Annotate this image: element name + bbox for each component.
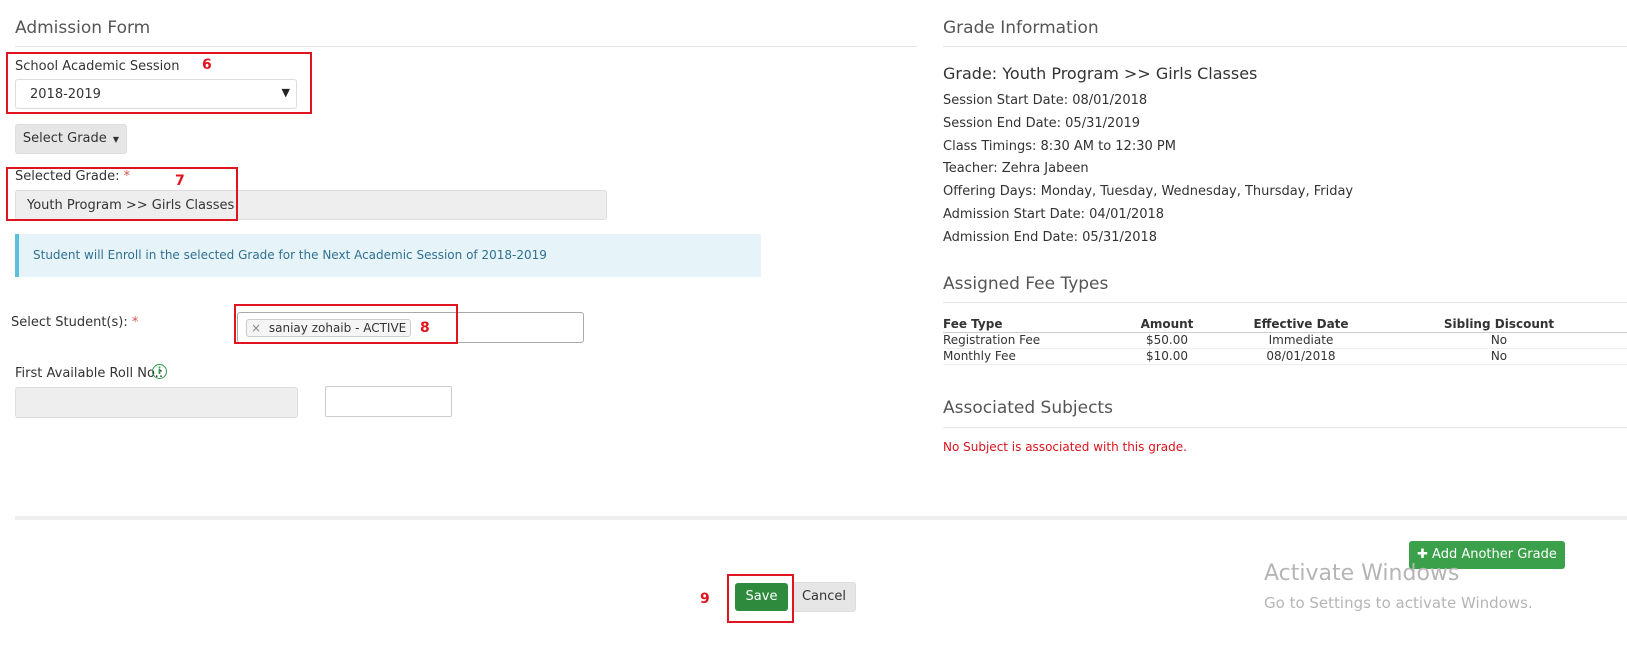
caret-down-icon: ▼ <box>112 135 120 144</box>
select-grade-label: Select Grade <box>22 131 107 146</box>
select-students-label: Select Student(s): * <box>11 315 139 330</box>
effective-date-cell: 08/01/2018 <box>1231 348 1371 365</box>
roll-label: First Available Roll No.: <box>15 366 164 381</box>
divider <box>943 302 1627 303</box>
annotation-9: 9 <box>700 591 710 607</box>
grade-heading: Grade: Youth Program >> Girls Classes <box>943 64 1258 83</box>
no-subjects-message: No Subject is associated with this grade… <box>943 440 1187 454</box>
amount-cell: $50.00 <box>1103 332 1231 349</box>
table-row: Monthly Fee $10.00 08/01/2018 No <box>943 348 1627 365</box>
fee-table: Fee Type Amount Effective Date Sibling D… <box>943 316 1627 365</box>
roll-number-field <box>15 387 298 418</box>
roll-number-input[interactable] <box>325 386 452 417</box>
table-row: Registration Fee $50.00 Immediate No <box>943 332 1627 349</box>
annotation-box-9 <box>727 574 794 623</box>
enroll-notice-text: Student will Enroll in the selected Grad… <box>33 248 547 262</box>
divider <box>943 46 1627 47</box>
required-mark: * <box>131 315 139 330</box>
assigned-fee-types-title: Assigned Fee Types <box>943 274 1109 294</box>
offering-days: Offering Days: Monday, Tuesday, Wednesda… <box>943 184 1354 199</box>
annotation-box-7 <box>6 167 238 221</box>
associated-subjects-title: Associated Subjects <box>943 398 1113 418</box>
fee-type-cell: Registration Fee <box>943 332 1103 349</box>
annotation-8: 8 <box>420 320 430 336</box>
effective-date-cell: Immediate <box>1231 332 1371 349</box>
select-grade-button[interactable]: Select Grade ▼ <box>15 124 127 154</box>
teacher: Teacher: Zehra Jabeen <box>943 161 1089 176</box>
admission-start-date: Admission Start Date: 04/01/2018 <box>943 207 1165 222</box>
fee-type-cell: Monthly Fee <box>943 348 1103 365</box>
col-sibling-discount: Sibling Discount <box>1371 316 1627 333</box>
amount-cell: $10.00 <box>1103 348 1231 365</box>
divider <box>943 427 1627 428</box>
activate-windows-title: Activate Windows <box>1264 561 1460 586</box>
sibling-discount-cell: No <box>1371 332 1627 349</box>
plus-icon: ✚ <box>1417 547 1429 562</box>
activate-windows-subtitle: Go to Settings to activate Windows. <box>1264 594 1533 612</box>
annotation-7: 7 <box>175 173 185 189</box>
footer-divider <box>15 516 1627 520</box>
grade-information-title: Grade Information <box>943 18 1099 38</box>
annotation-6: 6 <box>202 57 212 73</box>
info-icon[interactable]: i <box>152 364 167 379</box>
session-end-date: Session End Date: 05/31/2019 <box>943 116 1141 131</box>
class-timings: Class Timings: 8:30 AM to 12:30 PM <box>943 139 1176 154</box>
col-fee-type: Fee Type <box>943 316 1103 333</box>
annotation-box-6 <box>6 52 312 114</box>
admission-end-date: Admission End Date: 05/31/2018 <box>943 230 1158 245</box>
sibling-discount-cell: No <box>1371 348 1627 365</box>
cancel-button[interactable]: Cancel <box>792 582 856 612</box>
admission-form-title: Admission Form <box>15 18 151 38</box>
enroll-notice: Student will Enroll in the selected Grad… <box>15 234 761 277</box>
session-start-date: Session Start Date: 08/01/2018 <box>943 93 1148 108</box>
col-effective-date: Effective Date <box>1231 316 1371 333</box>
fee-table-header: Fee Type Amount Effective Date Sibling D… <box>943 316 1627 333</box>
col-amount: Amount <box>1103 316 1231 333</box>
add-another-grade-label: Add Another Grade <box>1432 547 1557 562</box>
divider <box>15 46 917 47</box>
